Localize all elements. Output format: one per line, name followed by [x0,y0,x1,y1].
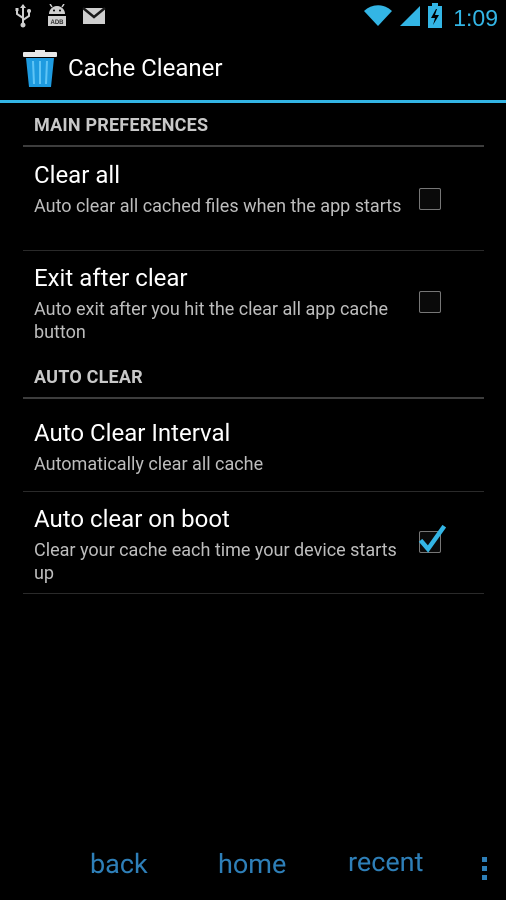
row-divider [23,491,484,492]
svg-text:ADB: ADB [51,20,65,26]
app-title: Cache Cleaner [68,54,223,82]
overflow-menu-icon[interactable] [482,857,488,881]
back-button[interactable]: back [90,848,148,880]
auto-clear-on-boot-checkbox[interactable] [418,524,446,553]
clock: 1:09 [453,4,498,31]
row-divider [23,593,484,594]
pref-title: Auto clear on boot [34,505,230,533]
category-main-preferences: MAIN PREFERENCES [34,115,209,136]
pref-summary: Auto exit after you hit the clear all ap… [34,299,389,343]
recent-button[interactable]: recent [348,846,423,878]
android-debug-icon: ADB [46,3,68,32]
category-auto-clear: AUTO CLEAR [34,367,143,388]
home-button[interactable]: home [218,848,286,880]
status-bar: ADB 1:09 [0,0,506,36]
row-divider [23,250,484,251]
clear-all-checkbox[interactable] [419,188,441,210]
pref-title: Exit after clear [34,264,188,292]
pref-summary: Auto clear all cached files when the app… [34,196,402,217]
wifi-icon [363,4,393,32]
category-divider [23,397,484,399]
signal-icon [399,4,421,32]
battery-charging-icon [427,3,443,33]
exit-after-clear-checkbox[interactable] [419,291,441,313]
pref-summary: Automatically clear all cache [34,454,264,475]
action-bar: Cache Cleaner [0,36,506,100]
action-bar-underline [0,100,506,103]
category-divider [23,145,484,147]
pref-summary: Clear your cache each time your device s… [34,540,397,584]
trash-can-icon[interactable] [22,50,58,92]
checkmark-icon [418,524,446,553]
notification-icons: ADB [14,3,106,32]
usb-icon [14,4,32,32]
pref-title: Auto Clear Interval [34,419,231,447]
gmail-icon [82,6,106,30]
pref-title: Clear all [34,161,121,189]
system-icons: 1:09 [363,3,498,33]
